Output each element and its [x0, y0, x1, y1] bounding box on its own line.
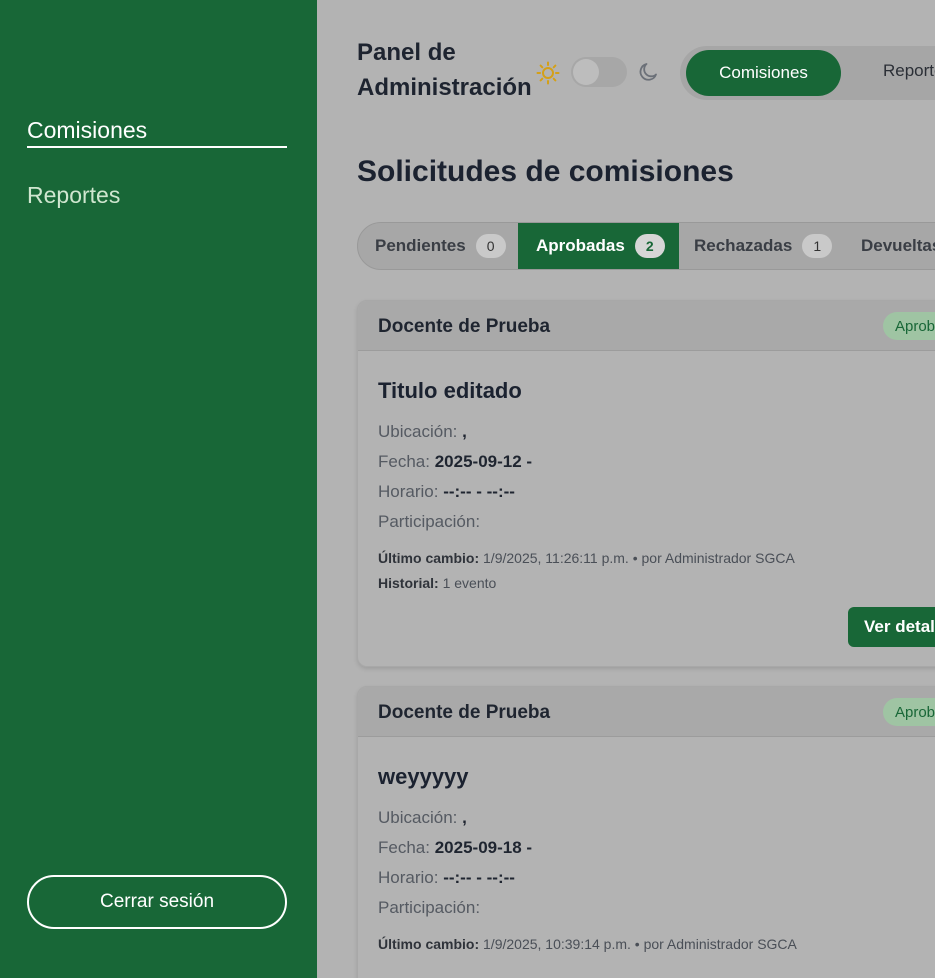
- card-title: Titulo editado: [378, 378, 522, 403]
- top-nav-reportes[interactable]: Reportes: [883, 61, 935, 81]
- last-change-label: Último cambio:: [378, 550, 480, 566]
- tab-pendientes[interactable]: Pendientes 0: [358, 223, 518, 269]
- toggle-knob: [573, 59, 599, 85]
- tab-label: Devueltas: [861, 236, 935, 255]
- last-change-label: Último cambio:: [378, 936, 480, 952]
- title-line-1: Panel de: [357, 39, 456, 66]
- participacion-row: Participación:: [378, 898, 480, 918]
- last-change-row: Último cambio: 1/9/2025, 11:26:11 p.m. •…: [378, 550, 795, 566]
- tab-devueltas[interactable]: Devueltas: [845, 223, 935, 269]
- ubicacion-row: Ubicación: ,: [378, 422, 467, 442]
- tab-count-badge: 1: [802, 234, 833, 258]
- ubicacion-row: Ubicación: ,: [378, 808, 467, 828]
- fecha-label: Fecha:: [378, 838, 430, 857]
- top-nav-comisiones[interactable]: Comisiones: [686, 50, 841, 96]
- title-line-2: Administración: [357, 74, 532, 101]
- fecha-label: Fecha:: [378, 452, 430, 471]
- section-heading: Solicitudes de comisiones: [357, 155, 734, 188]
- commission-card: Docente de Prueba Aprobada weyyyyy Ubica…: [357, 686, 935, 978]
- logout-button[interactable]: Cerrar sesión: [27, 875, 287, 929]
- tab-aprobadas[interactable]: Aprobadas 2: [518, 223, 679, 269]
- sidebar-item-reportes[interactable]: Reportes: [27, 182, 120, 209]
- tab-label: Pendientes: [375, 236, 466, 255]
- tab-rechazadas[interactable]: Rechazadas 1: [679, 223, 845, 269]
- history-value: 1 evento: [442, 575, 497, 591]
- main-content: Panel de Administración Comisiones Repor…: [317, 0, 935, 978]
- fecha-row: Fecha: 2025-09-12 -: [378, 452, 532, 472]
- tab-label: Rechazadas: [694, 236, 793, 255]
- last-change-value: 1/9/2025, 11:26:11 p.m. • por Administra…: [483, 550, 795, 566]
- status-badge: Aprobada: [883, 698, 935, 726]
- horario-label: Horario:: [378, 868, 439, 887]
- status-tabs: Pendientes 0 Aprobadas 2 Rechazadas 1 De…: [357, 222, 935, 270]
- history-label: Historial:: [378, 575, 439, 591]
- view-detail-button[interactable]: Ver detalle: [848, 607, 935, 647]
- sun-icon: [536, 61, 560, 85]
- card-title: weyyyyy: [378, 764, 469, 789]
- participacion-row: Participación:: [378, 512, 480, 532]
- teacher-name: Docente de Prueba: [378, 316, 551, 337]
- ubicacion-value: ,: [462, 808, 467, 827]
- last-change-value: 1/9/2025, 10:39:14 p.m. • por Administra…: [483, 936, 797, 952]
- horario-label: Horario:: [378, 482, 439, 501]
- fecha-value: 2025-09-18 -: [434, 838, 533, 857]
- last-change-row: Último cambio: 1/9/2025, 10:39:14 p.m. •…: [378, 936, 797, 952]
- page-title: Panel de Administración: [357, 35, 547, 105]
- sidebar: Comisiones Reportes Cerrar sesión: [0, 0, 317, 978]
- commission-card: Docente de Prueba Aprobada Titulo editad…: [357, 300, 935, 667]
- card-header: Docente de Prueba Aprobada: [358, 301, 935, 351]
- teacher-name: Docente de Prueba: [378, 702, 551, 723]
- fecha-value: 2025-09-12 -: [434, 452, 533, 471]
- card-header: Docente de Prueba Aprobada: [358, 687, 935, 737]
- moon-icon: [639, 63, 657, 81]
- status-badge: Aprobada: [883, 312, 935, 340]
- tab-label: Aprobadas: [536, 236, 625, 255]
- participacion-label: Participación:: [378, 512, 481, 531]
- theme-toggle[interactable]: [571, 57, 627, 87]
- horario-value: --:-- - --:--: [443, 482, 515, 501]
- top-nav: Comisiones Reportes: [680, 46, 935, 100]
- ubicacion-label: Ubicación:: [378, 422, 458, 441]
- sidebar-item-comisiones[interactable]: Comisiones: [27, 117, 287, 148]
- horario-row: Horario: --:-- - --:--: [378, 482, 515, 502]
- tab-count-badge: 0: [475, 234, 506, 258]
- horario-value: --:-- - --:--: [443, 868, 515, 887]
- ubicacion-value: ,: [462, 422, 467, 441]
- participacion-label: Participación:: [378, 898, 481, 917]
- fecha-row: Fecha: 2025-09-18 -: [378, 838, 532, 858]
- horario-row: Horario: --:-- - --:--: [378, 868, 515, 888]
- history-row: Historial: 1 evento: [378, 575, 496, 591]
- ubicacion-label: Ubicación:: [378, 808, 458, 827]
- tab-count-badge: 2: [634, 234, 665, 258]
